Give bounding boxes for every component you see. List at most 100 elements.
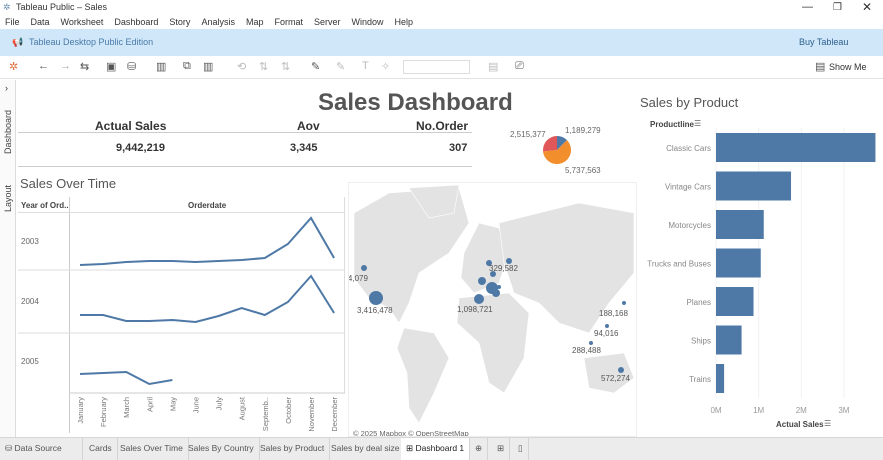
minimize-button[interactable]: — xyxy=(802,0,813,15)
expand-chevron-icon[interactable]: › xyxy=(5,83,8,93)
world-map: 224,079 3,416,478 329,582 1,098,721 188,168 9… xyxy=(349,184,635,424)
new-dashboard-tab-icon[interactable]: ⊞ xyxy=(492,438,511,460)
menu-help[interactable]: Help xyxy=(395,15,414,29)
text-icon[interactable]: T xyxy=(362,60,369,72)
sort-desc-icon[interactable]: ⇅ xyxy=(281,60,290,73)
country-sales-label: 224,079 xyxy=(349,274,368,283)
presentation-icon[interactable]: ⎚ xyxy=(515,60,524,73)
duplicate-icon[interactable]: ⧉ xyxy=(183,60,191,73)
menu-format[interactable]: Format xyxy=(274,15,303,29)
category-label: Motorcycles xyxy=(668,221,711,230)
category-label: Ships xyxy=(691,337,711,346)
country-bubble xyxy=(361,265,367,271)
redo-icon[interactable]: ⇆ xyxy=(80,60,89,73)
x-tick-label: 1M xyxy=(753,406,764,415)
divider xyxy=(18,132,472,133)
month-tick-label: March xyxy=(122,397,131,418)
menu-bar: File Data Worksheet Dashboard Story Anal… xyxy=(0,15,424,29)
menu-story[interactable]: Story xyxy=(169,15,190,29)
bar-classic-cars xyxy=(716,133,876,162)
country-bubble xyxy=(497,285,501,289)
country-bubble xyxy=(369,291,383,305)
buy-tableau-link[interactable]: Buy Tableau xyxy=(799,29,848,56)
sort-asc-icon[interactable]: ⇅ xyxy=(259,60,268,73)
fit-dropdown[interactable] xyxy=(403,60,470,74)
month-tick-label: April xyxy=(145,397,154,412)
tableau-home-icon[interactable]: ✲ xyxy=(9,60,18,73)
forward-icon[interactable]: → xyxy=(60,60,71,72)
clear-sheet-icon[interactable]: ▥ xyxy=(203,60,213,73)
tab-cards[interactable]: Cards xyxy=(84,438,118,460)
line-chart[interactable]: January February March April May June July Augu… xyxy=(18,197,346,437)
new-worksheet-icon[interactable]: ▥ xyxy=(156,60,166,73)
tab-sales-by-country[interactable]: Sales By Country xyxy=(183,438,260,460)
pie-label: 5,737,563 xyxy=(565,166,601,175)
sales-by-country-map[interactable]: 224,079 3,416,478 329,582 1,098,721 188,168 9… xyxy=(348,182,637,437)
show-me-button[interactable]: Show Me xyxy=(829,62,867,72)
divider xyxy=(18,166,472,167)
month-tick-label: November xyxy=(307,397,316,432)
south-america xyxy=(396,327,450,424)
month-tick-label: December xyxy=(330,397,339,432)
tab-sales-by-deal-size[interactable]: Sales by deal size xyxy=(326,438,406,460)
add-datasource-icon[interactable]: ⛁ xyxy=(127,60,136,73)
menu-worksheet[interactable]: Worksheet xyxy=(61,15,104,29)
menu-file[interactable]: File xyxy=(5,15,20,29)
swap-icon[interactable]: ⟲ xyxy=(237,60,246,73)
month-tick-label: June xyxy=(192,397,201,413)
save-icon[interactable]: ▣ xyxy=(106,60,116,73)
land-masses xyxy=(353,184,635,424)
new-story-tab-icon[interactable]: ▯ xyxy=(513,438,529,460)
sort-icon[interactable]: ☰ xyxy=(694,119,701,128)
new-worksheet-tab-icon[interactable]: ⊕ xyxy=(470,438,489,460)
tab-sales-over-time[interactable]: Sales Over Time xyxy=(115,438,189,460)
month-tick-label: August xyxy=(238,396,247,420)
layout-pane-tab[interactable]: Layout xyxy=(3,185,13,212)
window-title: Tableau Public – Sales xyxy=(16,2,108,12)
dashboard-pane-tab[interactable]: Dashboard xyxy=(3,110,13,154)
bar-planes xyxy=(716,287,754,316)
show-cards-icon[interactable]: ▤ xyxy=(488,60,498,73)
month-tick-label: January xyxy=(76,397,85,424)
side-pane: › Dashboard Layout xyxy=(0,80,16,437)
megaphone-icon: 📢 xyxy=(12,37,24,47)
highlight-icon[interactable]: ✎ xyxy=(311,60,320,73)
pin-icon[interactable]: ✧ xyxy=(381,60,390,73)
toolbar: ✲ ← → ⇆ ▣ ⛁ ▥ ⧉ ▥ ⟲ ⇅ ⇅ ✎ ✎ T ✧ ▤ ⎚ ▤ Sh… xyxy=(0,56,883,79)
menu-server[interactable]: Server xyxy=(314,15,341,29)
kpi-label-actual-sales: Actual Sales xyxy=(95,119,167,133)
country-bubble xyxy=(618,367,624,373)
menu-dashboard[interactable]: Dashboard xyxy=(114,15,158,29)
kpi-value-aov: 3,345 xyxy=(290,142,318,154)
title-bar: ✲ Tableau Public – Sales — ❐ ✕ xyxy=(0,0,883,15)
bar-ships xyxy=(716,325,742,355)
x-tick-label: 2M xyxy=(796,406,807,415)
category-label: Trains xyxy=(689,375,711,384)
annotate-icon[interactable]: ✎ xyxy=(336,60,345,73)
sheet-tabs: ⛁ Data Source Cards Sales Over Time Sale… xyxy=(0,437,883,460)
tab-dashboard-1[interactable]: ⊞ Dashboard 1 xyxy=(401,438,471,460)
country-bubble xyxy=(474,294,484,304)
menu-window[interactable]: Window xyxy=(352,15,384,29)
country-sales-label: 94,016 xyxy=(594,329,619,338)
x-tick-label: 3M xyxy=(838,406,849,415)
category-label: Trucks and Buses xyxy=(647,260,711,269)
menu-analysis[interactable]: Analysis xyxy=(201,15,235,29)
bar-chart[interactable]: 0M 1M 2M 3M Classic Cars Vintage Cars Motorcyc… xyxy=(640,128,883,418)
maximize-button[interactable]: ❐ xyxy=(833,0,842,15)
country-bubble xyxy=(478,277,486,285)
tab-sales-by-product[interactable]: Sales by Product xyxy=(255,438,331,460)
close-button[interactable]: ✕ xyxy=(862,0,872,15)
month-tick-label: October xyxy=(284,397,293,424)
sales-line-2005 xyxy=(79,370,173,386)
sort-icon[interactable]: ☰ xyxy=(824,419,831,428)
show-me-icon[interactable]: ▤ xyxy=(815,60,825,73)
tab-data-source[interactable]: ⛁ Data Source xyxy=(0,438,83,460)
back-icon[interactable]: ← xyxy=(38,60,49,72)
menu-map[interactable]: Map xyxy=(246,15,264,29)
month-tick-label: July xyxy=(215,397,224,411)
menu-data[interactable]: Data xyxy=(31,15,50,29)
bar-chart-title: Sales by Product xyxy=(640,95,739,110)
pie-label: 1,189,279 xyxy=(565,126,601,135)
sales-line-2004 xyxy=(80,274,335,324)
